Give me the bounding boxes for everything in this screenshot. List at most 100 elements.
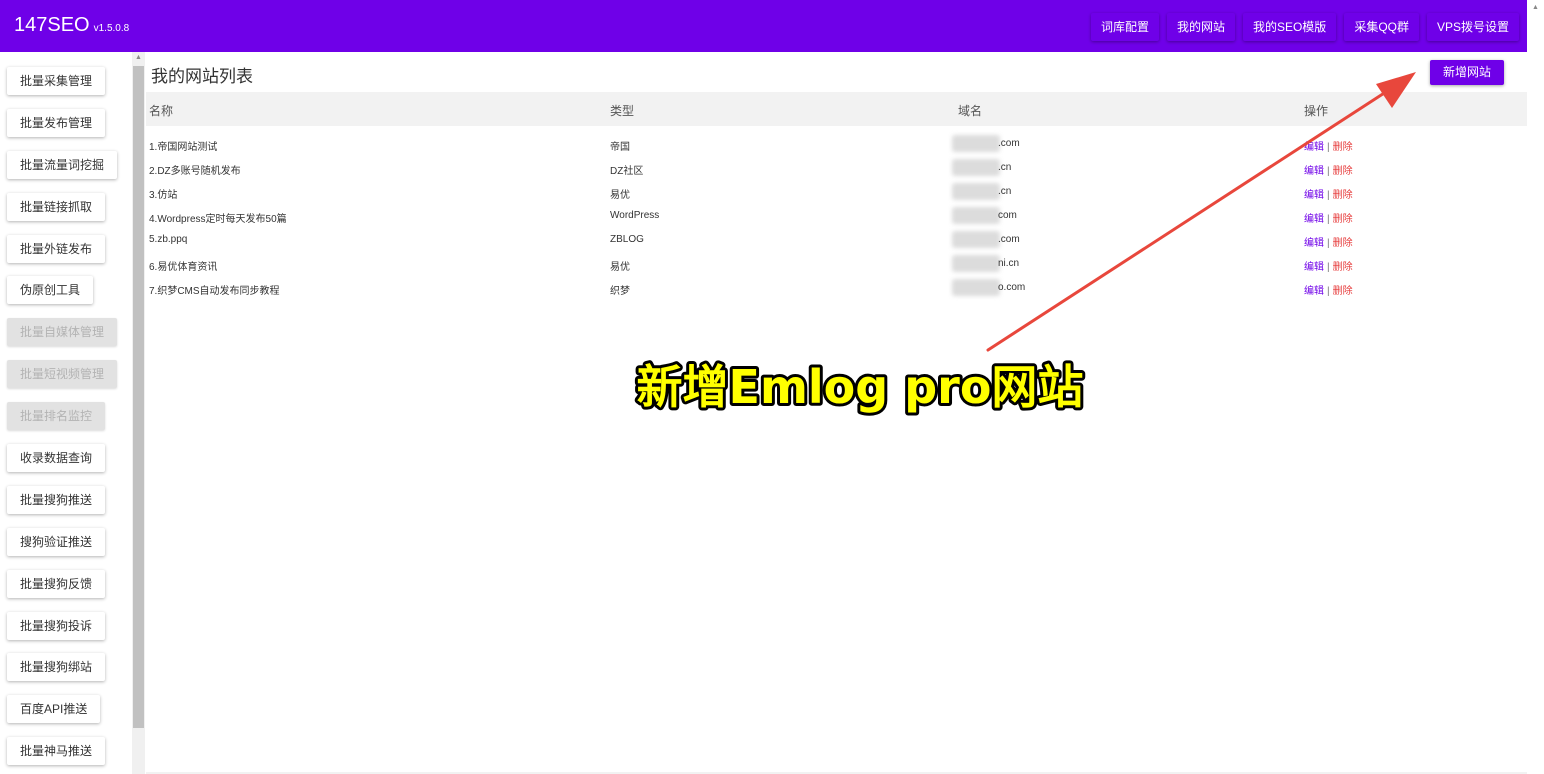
edit-link[interactable]: 编辑 — [1304, 238, 1324, 249]
domain-redaction — [952, 279, 1000, 296]
action-separator: | — [1327, 262, 1330, 273]
site-name: 5.zb.ppq — [149, 234, 188, 245]
add-website-button[interactable]: 新增网站 — [1430, 60, 1505, 85]
domain-redaction — [952, 159, 1000, 176]
delete-link[interactable]: 删除 — [1333, 238, 1353, 249]
delete-link[interactable]: 删除 — [1333, 286, 1353, 297]
column-header-domain: 域名 — [958, 104, 983, 118]
app-version: v1.5.0.8 — [93, 23, 130, 34]
site-domain: .com — [998, 234, 1020, 245]
row-actions: 编辑 | 删除 — [1304, 210, 1353, 225]
sidebar-item-backlink-publish[interactable]: 批量外链发布 — [7, 235, 106, 263]
table-row: 3.仿站 易优 .cn 编辑 | 删除 — [146, 180, 1527, 204]
site-domain: .cn — [998, 186, 1012, 197]
sidebar-item-rank-monitor: 批量排名监控 — [7, 402, 106, 430]
edit-link[interactable]: 编辑 — [1304, 214, 1324, 225]
column-header-name: 名称 — [149, 104, 174, 118]
action-separator: | — [1327, 238, 1330, 249]
nav-seo-templates-button[interactable]: 我的SEO模版 — [1242, 13, 1337, 41]
action-separator: | — [1327, 214, 1330, 225]
nav-my-websites-button[interactable]: 我的网站 — [1166, 13, 1235, 41]
site-name: 6.易优体育资讯 — [149, 262, 218, 273]
sidebar-item-self-media: 批量自媒体管理 — [7, 318, 118, 346]
row-actions: 编辑 | 删除 — [1304, 186, 1353, 201]
domain-redaction — [952, 231, 1000, 248]
sidebar-item-index-query[interactable]: 收录数据查询 — [7, 444, 106, 472]
domain-redaction — [952, 183, 1000, 200]
sidebar-item-traffic-keywords[interactable]: 批量流量词挖掘 — [7, 151, 118, 179]
scroll-up-icon[interactable]: ▲ — [1532, 4, 1539, 11]
table-row: 5.zb.ppq ZBLOG .com 编辑 | 删除 — [146, 228, 1527, 252]
edit-link[interactable]: 编辑 — [1304, 142, 1324, 153]
edit-link[interactable]: 编辑 — [1304, 190, 1324, 201]
site-type: 易优 — [610, 190, 630, 201]
sidebar-item-sogou-complaint[interactable]: 批量搜狗投诉 — [7, 612, 106, 640]
site-name: 1.帝国网站测试 — [149, 142, 218, 153]
delete-link[interactable]: 删除 — [1333, 142, 1353, 153]
nav-lexicon-config-button[interactable]: 词库配置 — [1090, 13, 1159, 41]
sidebar-item-sogou-feedback[interactable]: 批量搜狗反馈 — [7, 570, 106, 598]
table-row: 2.DZ多账号随机发布 DZ社区 .cn 编辑 | 删除 — [146, 156, 1527, 180]
column-header-actions: 操作 — [1304, 104, 1329, 118]
delete-link[interactable]: 删除 — [1333, 166, 1353, 177]
main-panel: 我的网站列表 新增网站 名称 类型 域名 操作 1.帝国网站测试 帝国 .com… — [146, 52, 1527, 772]
site-type: WordPress — [610, 210, 660, 221]
domain-redaction — [952, 207, 1000, 224]
row-actions: 编辑 | 删除 — [1304, 162, 1353, 177]
site-domain: .cn — [998, 162, 1012, 173]
action-separator: | — [1327, 286, 1330, 297]
row-actions: 编辑 | 删除 — [1304, 138, 1353, 153]
sidebar-item-shenma-push[interactable]: 批量神马推送 — [7, 737, 106, 765]
table-header: 名称 类型 域名 操作 — [146, 92, 1527, 126]
edit-link[interactable]: 编辑 — [1304, 286, 1324, 297]
delete-link[interactable]: 删除 — [1333, 262, 1353, 273]
sidebar-item-sogou-push[interactable]: 批量搜狗推送 — [7, 486, 106, 514]
row-actions: 编辑 | 删除 — [1304, 282, 1353, 297]
site-domain: ni.cn — [998, 258, 1020, 269]
sidebar-scroll-thumb[interactable] — [133, 66, 144, 728]
site-type: ZBLOG — [610, 234, 644, 245]
sidebar-scrollbar[interactable]: ▲ — [132, 52, 145, 774]
sidebar-scroll-up-icon[interactable]: ▲ — [135, 54, 142, 61]
sidebar-item-link-crawl[interactable]: 批量链接抓取 — [7, 193, 106, 221]
row-actions: 编辑 | 删除 — [1304, 234, 1353, 249]
table-row: 1.帝国网站测试 帝国 .com 编辑 | 删除 — [146, 132, 1527, 156]
delete-link[interactable]: 删除 — [1333, 214, 1353, 225]
top-nav: 词库配置 我的网站 我的SEO模版 采集QQ群 VPS拨号设置 — [1090, 13, 1519, 41]
site-name: 7.织梦CMS自动发布同步教程 — [149, 286, 280, 297]
site-domain: o.com — [998, 282, 1026, 293]
site-type: 易优 — [610, 262, 630, 273]
table-row: 7.织梦CMS自动发布同步教程 织梦 o.com 编辑 | 删除 — [146, 276, 1527, 300]
site-type: 帝国 — [610, 142, 630, 153]
app-brand: 147SEO v1.5.0.8 — [14, 14, 129, 37]
sidebar-item-batch-collect[interactable]: 批量采集管理 — [7, 67, 106, 95]
domain-redaction — [952, 135, 1000, 152]
page-scrollbar[interactable]: ▲ — [1527, 0, 1544, 774]
sidebar-item-short-video: 批量短视频管理 — [7, 360, 118, 388]
site-name: 4.Wordpress定时每天发布50篇 — [149, 214, 287, 225]
edit-link[interactable]: 编辑 — [1304, 262, 1324, 273]
site-name: 2.DZ多账号随机发布 — [149, 166, 241, 177]
sidebar-item-batch-publish[interactable]: 批量发布管理 — [7, 109, 106, 137]
delete-link[interactable]: 删除 — [1333, 190, 1353, 201]
sidebar: 批量采集管理 批量发布管理 批量流量词挖掘 批量链接抓取 批量外链发布 伪原创工… — [0, 52, 146, 774]
domain-redaction — [952, 255, 1000, 272]
app-name: 147SEO — [14, 14, 90, 36]
sidebar-item-sogou-verify-push[interactable]: 搜狗验证推送 — [7, 528, 106, 556]
nav-qq-groups-button[interactable]: 采集QQ群 — [1344, 13, 1419, 41]
edit-link[interactable]: 编辑 — [1304, 166, 1324, 177]
action-separator: | — [1327, 190, 1330, 201]
site-domain: .com — [998, 138, 1020, 149]
row-actions: 编辑 | 删除 — [1304, 258, 1353, 273]
table-row: 4.Wordpress定时每天发布50篇 WordPress com 编辑 | 删除 — [146, 204, 1527, 228]
sidebar-item-baidu-api-push[interactable]: 百度API推送 — [7, 695, 101, 723]
action-separator: | — [1327, 166, 1330, 177]
nav-vps-dial-settings-button[interactable]: VPS拨号设置 — [1426, 13, 1519, 41]
site-name: 3.仿站 — [149, 190, 178, 201]
column-header-type: 类型 — [610, 104, 635, 118]
action-separator: | — [1327, 142, 1330, 153]
table-row: 6.易优体育资讯 易优 ni.cn 编辑 | 删除 — [146, 252, 1527, 276]
sidebar-item-sogou-bind-site[interactable]: 批量搜狗绑站 — [7, 653, 106, 681]
site-type: DZ社区 — [610, 166, 644, 177]
sidebar-item-pseudo-original[interactable]: 伪原创工具 — [7, 276, 94, 304]
